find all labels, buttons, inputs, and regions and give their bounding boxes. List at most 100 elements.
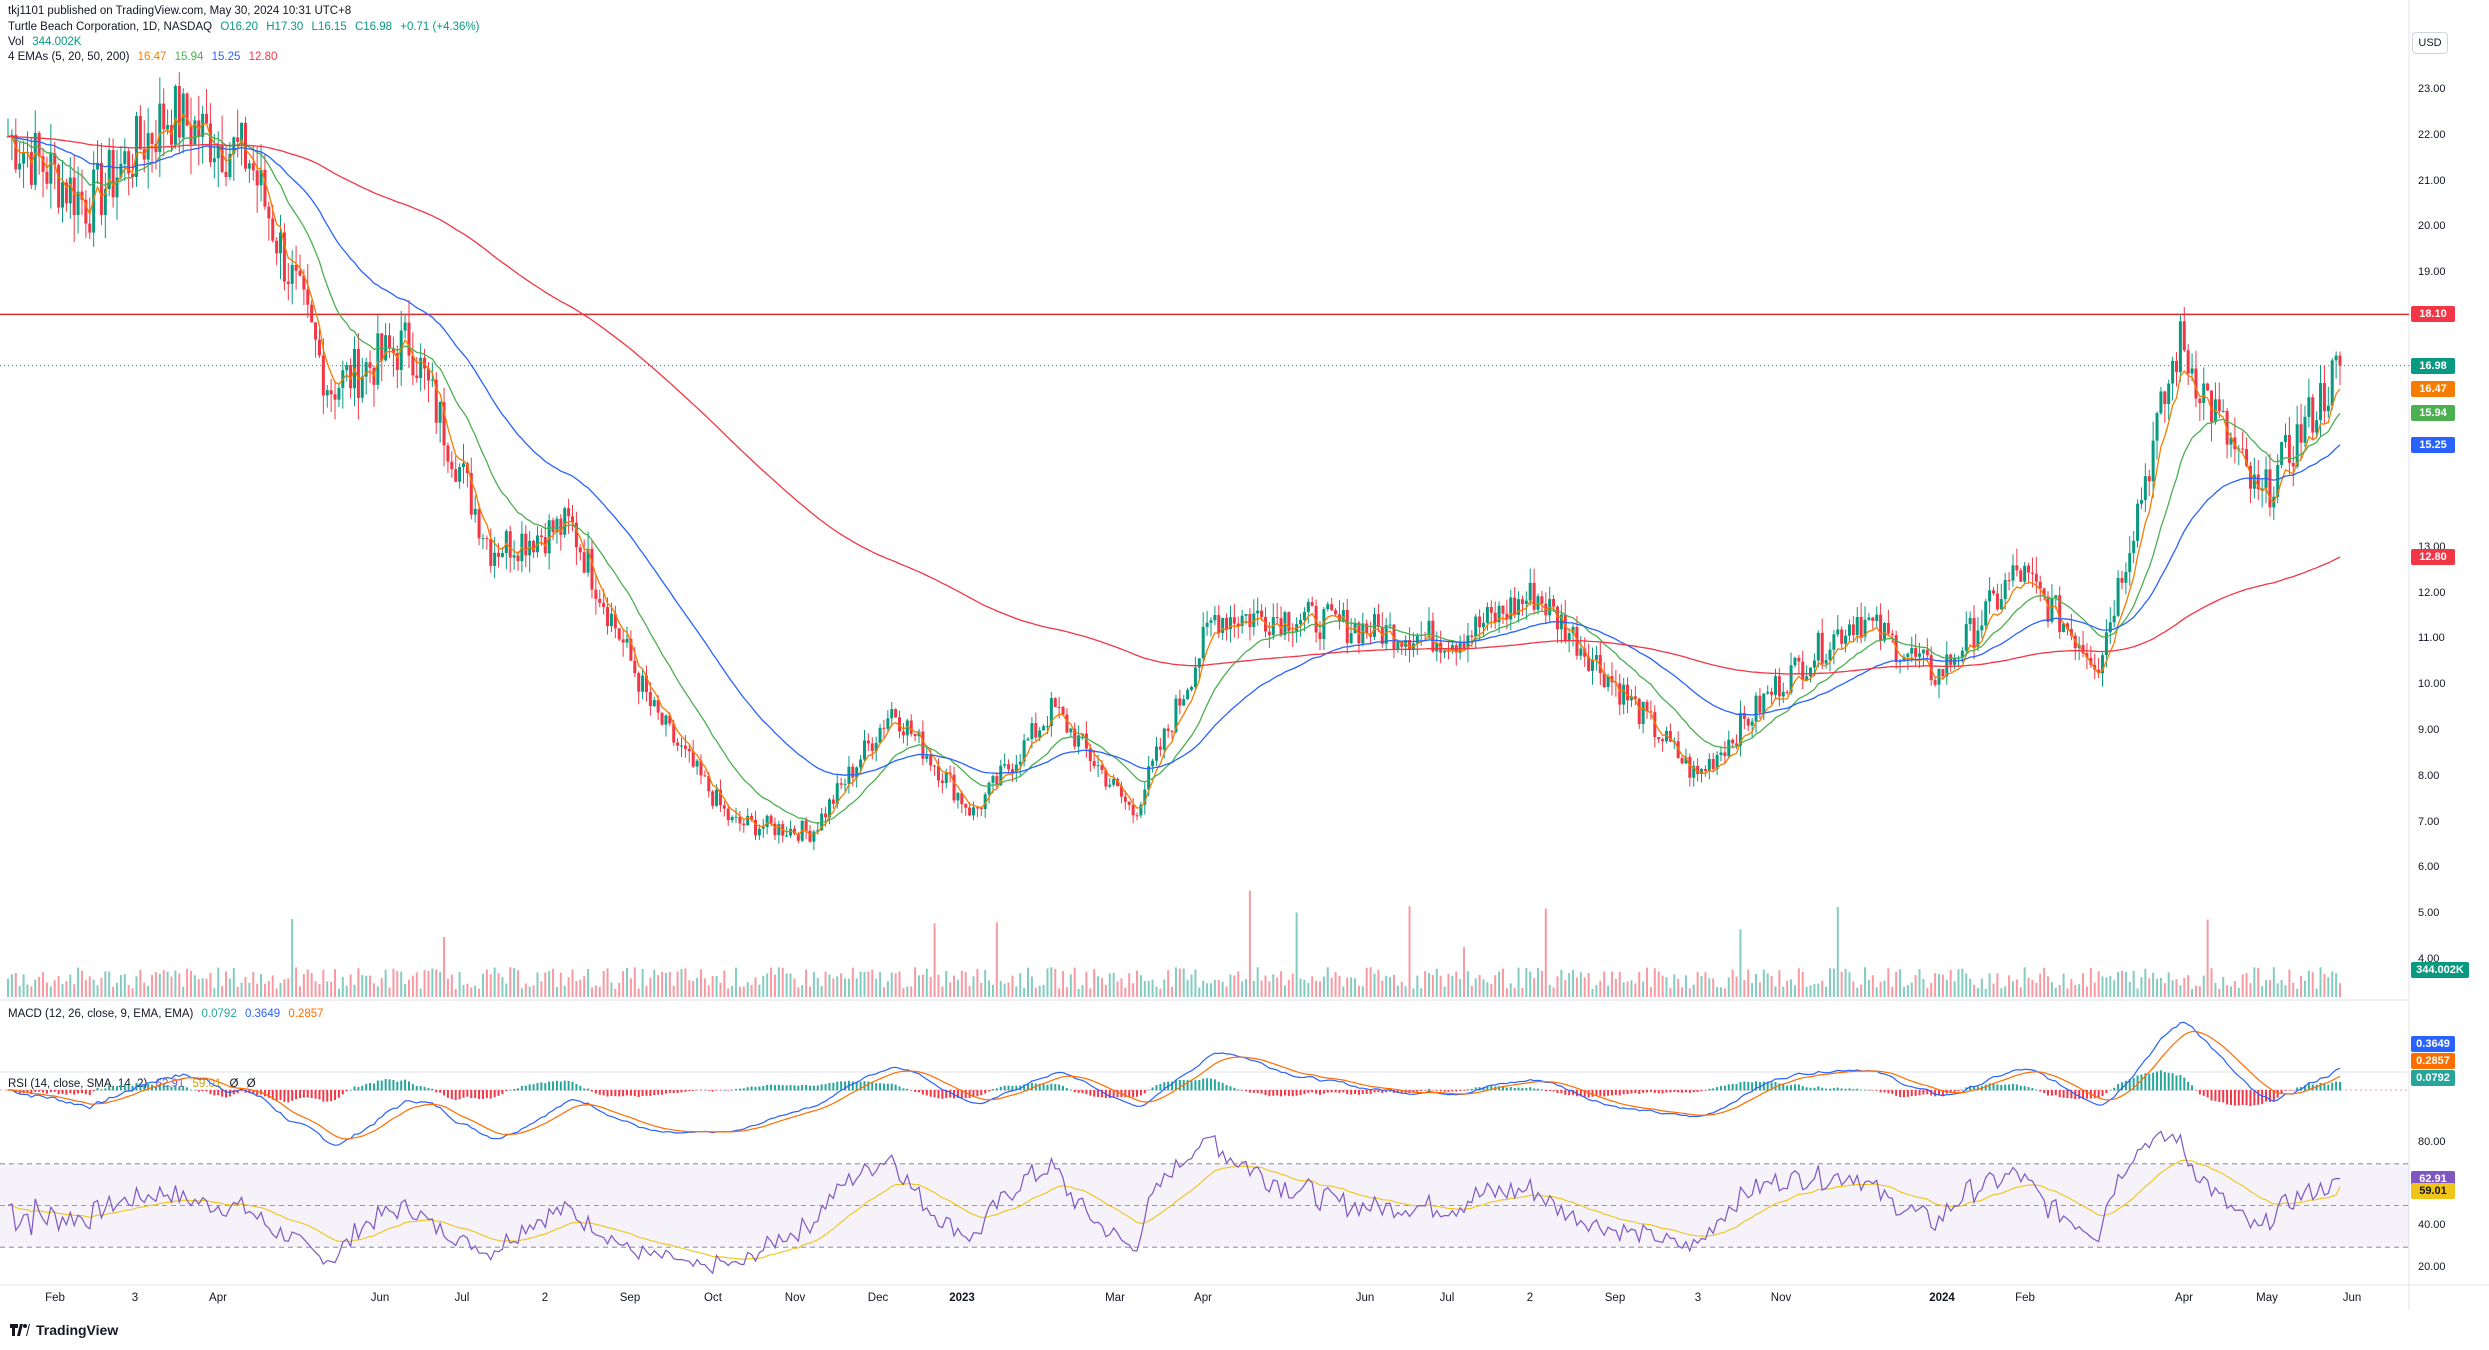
volume-bar [820,986,823,997]
macd-histogram-bar [1669,1090,1672,1093]
candle-body [189,125,193,145]
macd-histogram-bar [2167,1072,2170,1091]
time-tick-label: Feb [2015,1292,2035,1304]
candle-body [1326,604,1330,610]
macd-histogram-bar [520,1085,523,1091]
volume-bar [1412,988,1415,997]
volume-bar [1560,969,1563,997]
macd-histogram-bar [1213,1079,1216,1091]
candle-body [2120,578,2124,583]
volume-bar [2335,973,2338,997]
macd-histogram-bar [1864,1089,1867,1091]
candle-body [851,766,855,778]
volume-bar [2128,981,2131,997]
macd-histogram-bar [2249,1090,2252,1107]
candle-body [777,824,781,836]
candle-body [446,445,450,462]
candle-body [824,813,828,818]
volume-bar [921,974,924,997]
volume-bar [766,973,769,997]
macd-histogram-bar [1887,1090,1890,1094]
candle-body [1770,691,1774,695]
volume-bar [1490,983,1493,997]
candle-body [376,333,380,385]
volume-bar [2284,985,2287,997]
volume-bar [1793,985,1796,997]
macd-histogram-bar [1369,1090,1372,1094]
candle-body [1520,599,1524,604]
volume-bar [2152,972,2155,997]
candle-body [968,807,972,816]
volume-bar [151,974,154,997]
macd-histogram-bar [879,1083,882,1091]
candle-body [773,823,777,836]
macd-histogram-bar [2284,1090,2287,1091]
volume-bar [1501,968,1504,997]
volume-bar [509,967,512,997]
macd-histogram-bar [1821,1087,1824,1091]
macd-histogram-bar [2292,1090,2295,1091]
volume-bar [1139,975,1142,997]
macd-histogram-bar [692,1090,695,1092]
volume-bar [742,986,745,997]
macd-histogram-bar [1225,1085,1228,1091]
macd-histogram-bar [384,1079,387,1091]
volume-bar [2268,979,2271,997]
candle-body [1135,815,1139,817]
candle-body [862,740,866,760]
macd-histogram-bar [1307,1090,1310,1093]
macd-histogram-bar [423,1086,426,1091]
macd-histogram-bar [45,1090,48,1094]
volume-bar [1229,974,1232,997]
macd-histogram-bar [563,1080,566,1091]
macd-histogram-bar [1217,1081,1220,1091]
candle-body [1170,731,1174,733]
volume-bar [587,969,590,997]
macd-histogram-bar [1591,1090,1594,1097]
tradingview-logo[interactable]: TradingView [10,1322,118,1338]
volume-bar [1778,970,1781,997]
macd-histogram-bar [548,1081,551,1091]
volume-bar [365,975,368,997]
time-tick-label: 3 [1694,1292,1702,1304]
candle-body [1552,598,1556,607]
macd-histogram-bar [808,1085,811,1091]
candle-body [652,700,656,707]
candle-body [2159,391,2163,414]
macd-histogram-bar [1085,1090,1088,1095]
candle-body [1034,723,1038,738]
volume-bar [828,974,831,997]
volume-bar [248,982,251,997]
candle-body [2147,476,2151,482]
candle-body [1528,582,1532,601]
candle-body [1626,684,1630,701]
price-tick-label: 8.00 [2418,769,2440,782]
volume-bar [517,970,520,997]
candle-body [22,153,26,164]
volume-bar [361,975,364,997]
candle-body [111,150,115,198]
volume-bar [108,971,111,997]
volume-bar [1540,970,1543,997]
ema-5-line [7,113,2341,837]
candle-body [551,520,555,533]
macd-histogram-bar [435,1090,438,1093]
macd-histogram-bar [1529,1087,1532,1091]
macd-histogram-bar [532,1084,535,1091]
volume-bar [645,985,648,997]
volume-bar [2339,983,2341,997]
macd-histogram-bar [2109,1089,2112,1091]
macd-histogram-bar [906,1088,909,1091]
volume-bar [1961,968,1964,997]
volume-bar [462,984,465,997]
macd-histogram-bar [820,1084,823,1091]
volume-bar [2218,988,2221,997]
candle-body [407,322,411,356]
candle-body [1478,616,1482,628]
volume-bar [1906,985,1909,997]
price-chart[interactable] [0,0,2489,1350]
candle-body [321,355,325,396]
volume-bar [540,981,543,997]
macd-histogram-bar [2327,1084,2330,1091]
macd-histogram-bar [1287,1090,1290,1096]
